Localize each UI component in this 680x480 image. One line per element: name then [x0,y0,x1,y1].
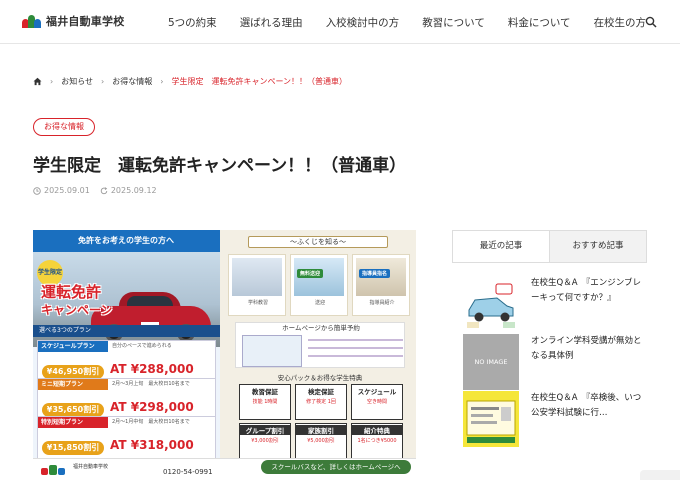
nav-item-prospective[interactable]: 入校検討中の方 [326,15,400,30]
published-date: 2025.09.01 [44,186,90,195]
logo-mark-icon [22,14,42,28]
school-logo-icon [41,465,65,475]
plan-header: 選べる3つのプラン [33,325,220,337]
campaign-right-title: ～ふくじを知る～ [248,236,388,248]
post-thumbnail[interactable]: NO IMAGE [463,334,519,390]
breadcrumb: › お知らせ › お得な情報 › 学生限定 運転免許キャンペーン！！（普通車） [33,76,347,87]
site-logo[interactable]: 福井自動車学校 [22,13,124,29]
license-card-icon [463,391,519,447]
chevron-right-icon: › [101,77,105,86]
chevron-right-icon: › [160,77,164,86]
benefit-tile: 家族割引 ¥5,000割引 [295,423,347,459]
nav-item-lessons[interactable]: 教習について [422,15,485,30]
list-item[interactable]: NO IMAGE オンライン学科受講が無効となる具体例 [463,334,643,390]
benefit-tile: 検定保証 修了検定 1回 [295,384,347,420]
phone-number: 0120-54-0991 [163,468,213,476]
laptop-icon [242,335,302,367]
photo-card: 無料送迎 送迎 [290,254,348,316]
recaptcha-badge[interactable] [640,470,680,480]
campaign-banner: 免許をお考えの学生の方へ [61,232,191,250]
tab-recent-posts[interactable]: 最近の記事 [453,231,549,262]
breadcrumb-item-news[interactable]: お知らせ [61,76,93,87]
campaign-headline-2: キャンペーン [41,303,113,317]
nav-item-reasons[interactable]: 選ばれる理由 [240,15,303,30]
clock-icon [33,186,41,195]
breadcrumb-item-deals[interactable]: お得な情報 [112,76,152,87]
photo-card: 指導員指名 指導員紹介 [352,254,410,316]
tab-recommended-posts[interactable]: おすすめ記事 [549,231,646,262]
campaign-right-panel: ～ふくじを知る～ 学科教習 無料送迎 送迎 指導員指名 指導員紹介 ホームページ… [223,230,416,459]
refresh-icon [100,186,108,194]
post-title[interactable]: 在校生Q＆A 『卒検後、いつ公安学科試験に行… [531,391,643,420]
campaign-image: 免許をお考えの学生の方へ 学生限定 運転免許 キャンペーン 選べる3つのプラン … [33,230,416,480]
campaign-headline: 運転免許 [41,283,102,301]
category-badge[interactable]: お得な情報 [33,118,95,136]
search-icon[interactable] [645,16,657,28]
car-illustration-icon [463,276,519,332]
post-dates: 2025.09.01 2025.09.12 [33,186,157,195]
list-item[interactable]: 在校生Q＆A 『卒検後、いつ公安学科試験に行… [463,391,643,447]
benefit-tile: 教習保証 技能 1時間 [239,384,291,420]
post-title[interactable]: オンライン学科受講が無効となる具体例 [531,334,643,363]
nav-item-students[interactable]: 在校生の方 [594,15,647,30]
post-title[interactable]: 在校生Q＆A 『エンジンブレーキって何ですか？』 [531,276,643,305]
post-thumbnail[interactable] [463,276,519,332]
campaign-left-panel: 免許をお考えの学生の方へ 学生限定 運転免許 キャンペーン 選べる3つのプラン … [33,230,220,480]
benefit-tile: グループ割引 ¥3,000割引 [239,423,291,459]
benefit-tile: スケジュール 空き時間 [351,384,403,420]
breadcrumb-current: 学生限定 運転免許キャンペーン！！（普通車） [171,77,348,86]
nav-item-promises[interactable]: 5つの約束 [168,15,217,30]
chevron-right-icon: › [50,77,54,86]
online-reservation-box: ホームページから簡単予約 [235,322,405,368]
photo-card: 学科教習 [228,254,286,316]
home-icon[interactable] [33,77,42,86]
page-title: 学生限定 運転免許キャンペーン！！（普通車） [33,156,407,176]
plan-card: 特別短期プラン 2月～1月中旬 最大校日10名まで ¥15,850割引 AT ¥… [37,416,216,462]
sidebar-tabs: 最近の記事 おすすめ記事 [452,230,647,263]
main-nav: 5つの約束 選ばれる理由 入校検討中の方 教習について 料金について 在校生の方 [168,15,669,30]
updated-date: 2025.09.12 [110,186,157,195]
benefit-header: 安心パック＆お得な学生特典 [277,374,363,382]
list-item[interactable]: 在校生Q＆A 『エンジンブレーキって何ですか？』 [463,276,643,332]
bus-note: スクールバスなど、詳しくはホームページへ [261,460,411,474]
no-image-placeholder: NO IMAGE [463,334,519,390]
post-thumbnail[interactable] [463,391,519,447]
site-header: 福井自動車学校 5つの約束 選ばれる理由 入校検討中の方 教習について 料金につ… [0,0,680,44]
benefit-tile: 紹介特典 1名につき¥5000 [351,423,403,459]
site-name: 福井自動車学校 [46,15,125,28]
nav-item-fees[interactable]: 料金について [508,15,571,30]
